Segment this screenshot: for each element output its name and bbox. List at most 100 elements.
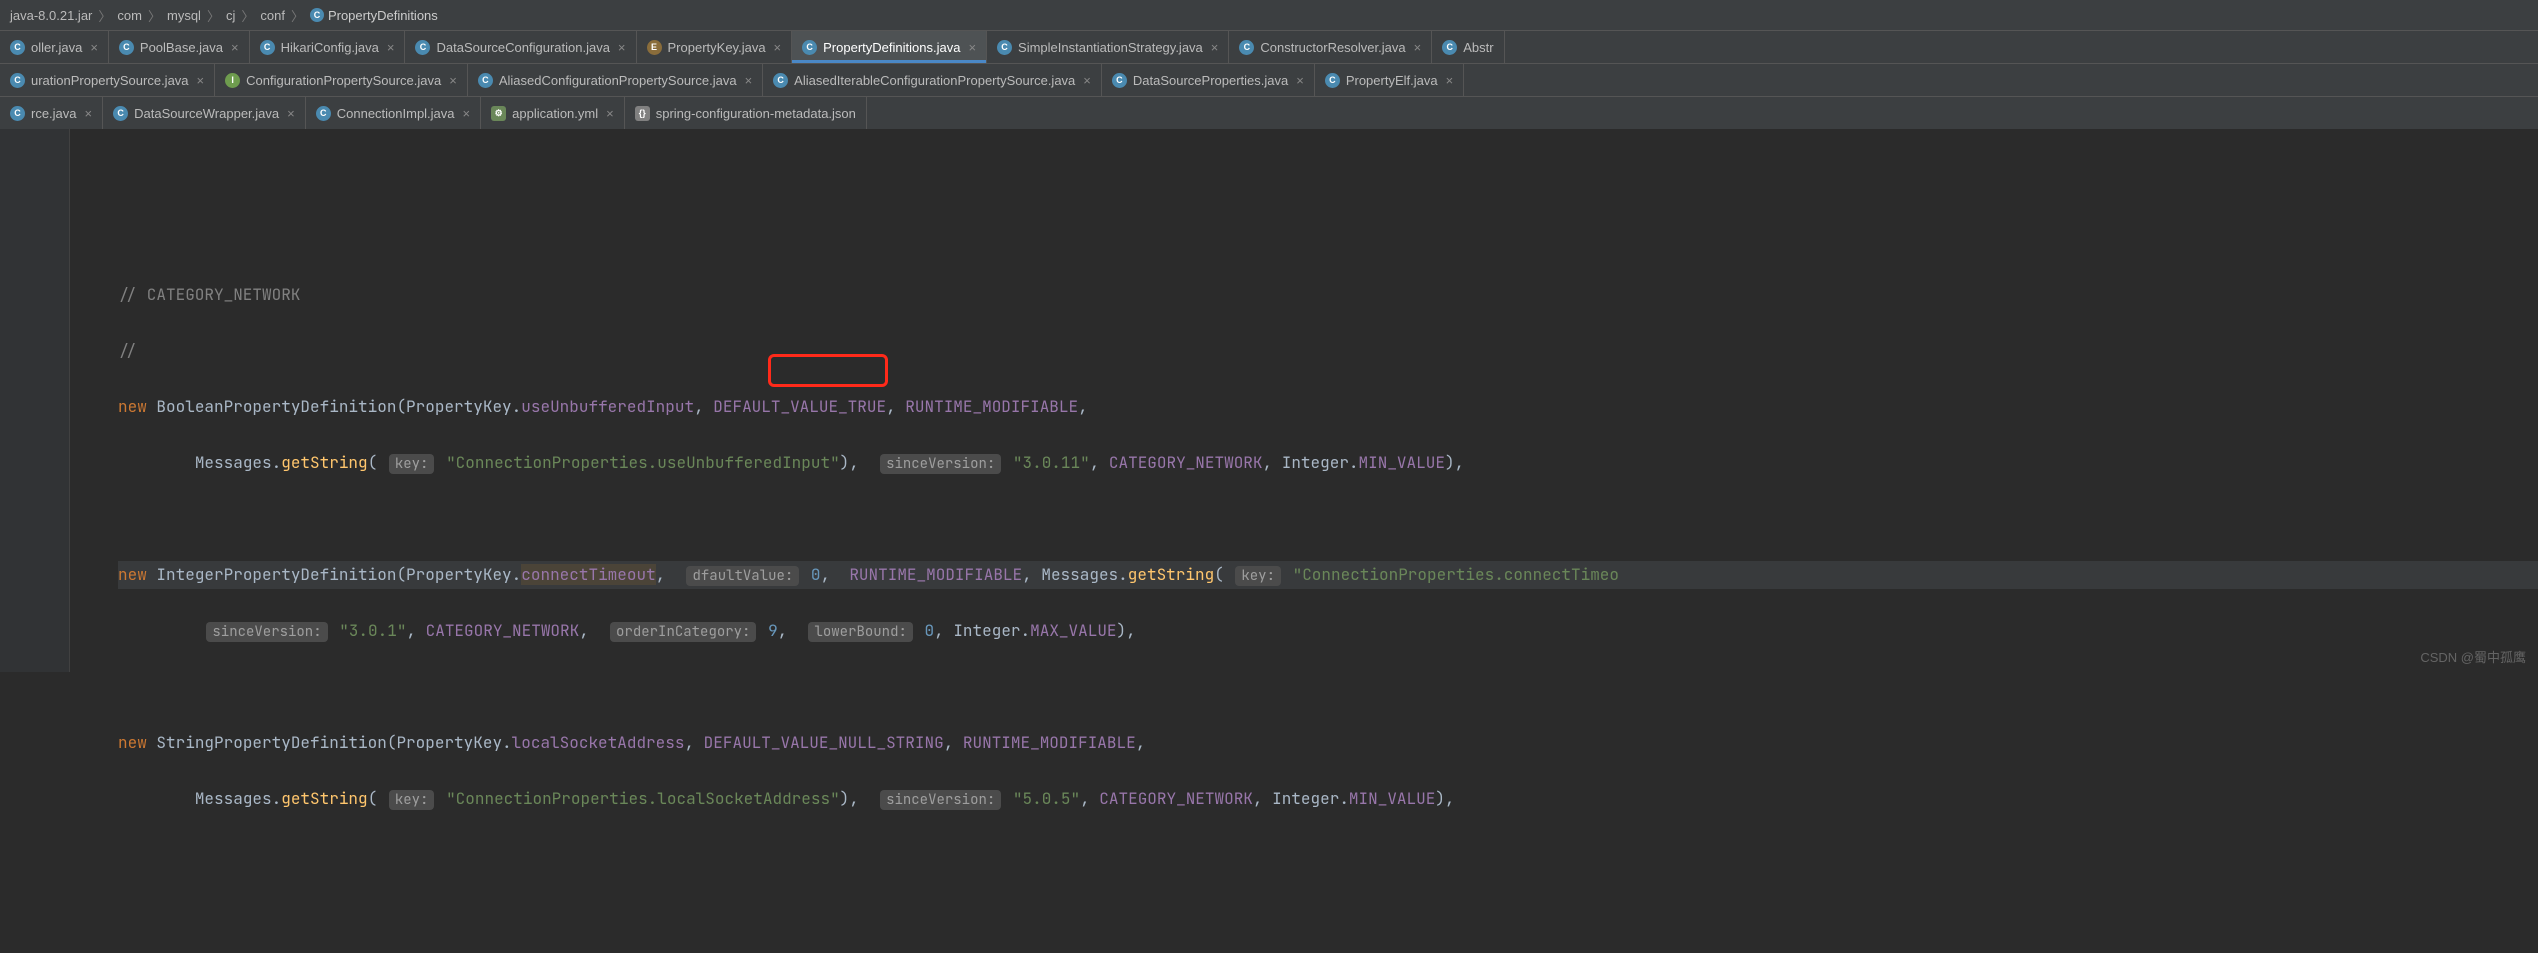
tab-label: PropertyElf.java (1346, 73, 1438, 88)
editor-tab[interactable]: C ConnectionImpl.java × (306, 97, 481, 129)
editor-tab[interactable]: CurationPropertySource.java× (0, 64, 215, 96)
tab-label: PoolBase.java (140, 40, 223, 55)
field-ref: useUnbufferedInput (521, 396, 694, 417)
close-icon[interactable]: × (774, 40, 782, 55)
code-comment: // CATEGORY_NETWORK (118, 284, 300, 305)
string-lit: "3.0.1" (339, 620, 406, 641)
tab-label: DataSourceProperties.java (1133, 73, 1288, 88)
class-icon: C (310, 8, 324, 22)
editor-tab[interactable]: C Abstr (1432, 31, 1504, 63)
close-icon[interactable]: × (1446, 73, 1454, 88)
method-call: getString (281, 788, 367, 809)
class-name: BooleanPropertyDefinition (156, 396, 396, 417)
string-lit: "5.0.5" (1013, 788, 1080, 809)
close-icon[interactable]: × (1296, 73, 1304, 88)
java-file-icon: C (1325, 73, 1340, 88)
editor-tab[interactable]: {}spring-configuration-metadata.json (625, 97, 867, 129)
editor-tab[interactable]: CDataSourceWrapper.java× (103, 97, 306, 129)
java-file-icon: C (316, 106, 331, 121)
editor-tab-row: Crce.java×CDataSourceWrapper.java×CConne… (0, 96, 2538, 129)
close-icon[interactable]: × (1414, 40, 1422, 55)
param-hint: key: (389, 454, 435, 474)
num-lit: 0 (925, 620, 935, 641)
string-lit: "ConnectionProperties.connectTimeo (1293, 564, 1619, 585)
close-icon[interactable]: × (197, 73, 205, 88)
tab-label: AliasedIterableConfigurationPropertySour… (794, 73, 1075, 88)
close-icon[interactable]: × (463, 106, 471, 121)
java-file-icon: C (10, 40, 25, 55)
code-comment: // (118, 340, 137, 361)
editor-tab[interactable]: Coller.java× (0, 31, 109, 63)
close-icon[interactable]: × (1211, 40, 1219, 55)
param-hint: key: (1235, 566, 1281, 586)
close-icon[interactable]: × (387, 40, 395, 55)
tab-label: SimpleInstantiationStrategy.java (1018, 40, 1203, 55)
tab-label: ConnectionImpl.java (337, 106, 455, 121)
java-file-icon: C (997, 40, 1012, 55)
editor-tab[interactable]: C SimpleInstantiationStrategy.java × (987, 31, 1229, 63)
java-file-icon: C (415, 40, 430, 55)
close-icon[interactable]: × (745, 73, 753, 88)
close-icon[interactable]: × (231, 40, 239, 55)
editor-tab[interactable]: CPropertyDefinitions.java× (792, 31, 987, 63)
close-icon[interactable]: × (85, 106, 93, 121)
editor-tab[interactable]: IConfigurationPropertySource.java× (215, 64, 468, 96)
const-ref: CATEGORY_NETWORK (1109, 452, 1263, 473)
crumb-class[interactable]: C PropertyDefinitions (310, 8, 438, 23)
editor-tab[interactable]: ⚙application.yml× (481, 97, 625, 129)
java-file-icon: C (773, 73, 788, 88)
string-lit: "3.0.11" (1013, 452, 1090, 473)
editor-tab[interactable]: CConstructorResolver.java× (1229, 31, 1432, 63)
json-file-icon: {} (635, 106, 650, 121)
tab-label: DataSourceWrapper.java (134, 106, 279, 121)
type-ref: Messages (195, 452, 272, 473)
crumb-mysql[interactable]: mysql (167, 8, 201, 23)
close-icon[interactable]: × (618, 40, 626, 55)
editor-tab[interactable]: C PropertyElf.java × (1315, 64, 1464, 96)
editor-tab[interactable]: CPoolBase.java× (109, 31, 250, 63)
const-ref: MIN_VALUE (1359, 452, 1445, 473)
editor-tab[interactable]: C AliasedIterableConfigurationPropertySou… (763, 64, 1102, 96)
kw-new: new (118, 732, 147, 753)
crumb-cj[interactable]: cj (226, 8, 235, 23)
string-lit: "ConnectionProperties.useUnbufferedInput… (446, 452, 840, 473)
code-area[interactable]: // CATEGORY_NETWORK // new BooleanProper… (70, 225, 2538, 925)
java-file-icon: C (260, 40, 275, 55)
method-call: getString (1128, 564, 1214, 585)
num-lit: 9 (768, 620, 778, 641)
java-file-icon: C (1442, 40, 1457, 55)
crumb-conf[interactable]: conf (260, 8, 285, 23)
param-hint: sinceVersion: (880, 454, 1001, 474)
editor-tab[interactable]: CAliasedConfigurationPropertySource.java… (468, 64, 763, 96)
editor-tab[interactable]: C DataSourceProperties.java × (1102, 64, 1315, 96)
crumb-jar[interactable]: java-8.0.21.jar (10, 8, 92, 23)
param-hint: key: (389, 790, 435, 810)
java-file-icon: C (802, 40, 817, 55)
editor-tab[interactable]: CDataSourceConfiguration.java× (405, 31, 636, 63)
close-icon[interactable]: × (287, 106, 295, 121)
close-icon[interactable]: × (606, 106, 614, 121)
editor-tab[interactable]: CHikariConfig.java× (250, 31, 406, 63)
tab-label: Abstr (1463, 40, 1493, 55)
const-ref: MIN_VALUE (1349, 788, 1435, 809)
type-ref: Integer (1272, 788, 1339, 809)
crumb-com[interactable]: com (117, 8, 142, 23)
close-icon[interactable]: × (1083, 73, 1091, 88)
const-ref: CATEGORY_NETWORK (426, 620, 580, 641)
close-icon[interactable]: × (90, 40, 98, 55)
close-icon[interactable]: × (968, 40, 976, 55)
num-lit: 0 (811, 564, 821, 585)
editor-tab-row: CurationPropertySource.java×IConfigurati… (0, 63, 2538, 96)
const-ref: DEFAULT_VALUE_TRUE (713, 396, 886, 417)
crumb-sep: 〉 (291, 6, 304, 25)
editor-tab[interactable]: EPropertyKey.java× (637, 31, 793, 63)
close-icon[interactable]: × (449, 73, 457, 88)
kw-new: new (118, 396, 147, 417)
type-ref: PropertyKey (406, 564, 512, 585)
java-file-icon: C (1112, 73, 1127, 88)
tab-label: ConstructorResolver.java (1260, 40, 1405, 55)
java-file-icon: C (10, 106, 25, 121)
tab-label: ConfigurationPropertySource.java (246, 73, 441, 88)
editor-tab[interactable]: Crce.java× (0, 97, 103, 129)
code-editor[interactable]: // CATEGORY_NETWORK // new BooleanProper… (0, 129, 2538, 672)
